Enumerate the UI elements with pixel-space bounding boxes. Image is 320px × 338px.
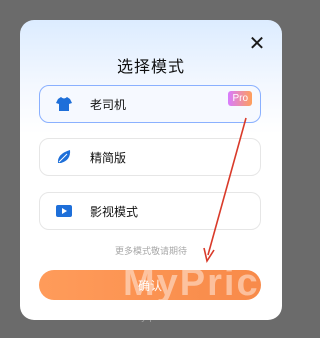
option-laosiji[interactable]: 老司机 Pro: [39, 85, 261, 123]
option-label: 老司机: [90, 97, 127, 112]
watermark-sub: myprice.com.cn: [130, 312, 243, 323]
leaf-icon: [54, 147, 74, 167]
option-label: 精简版: [90, 150, 127, 165]
watermark: MyPric: [123, 262, 260, 304]
dialog-title: 选择模式: [116, 57, 185, 76]
play-icon: [54, 201, 74, 221]
close-icon[interactable]: ✕: [246, 32, 268, 54]
pro-badge: Pro: [228, 91, 252, 106]
option-label: 影视模式: [90, 204, 139, 219]
more-modes-hint: 更多模式敬请期待: [114, 247, 187, 257]
option-jingjianban[interactable]: 精简版: [39, 138, 261, 176]
tshirt-icon: [54, 94, 74, 114]
option-video-mode[interactable]: 影视模式: [39, 192, 261, 230]
